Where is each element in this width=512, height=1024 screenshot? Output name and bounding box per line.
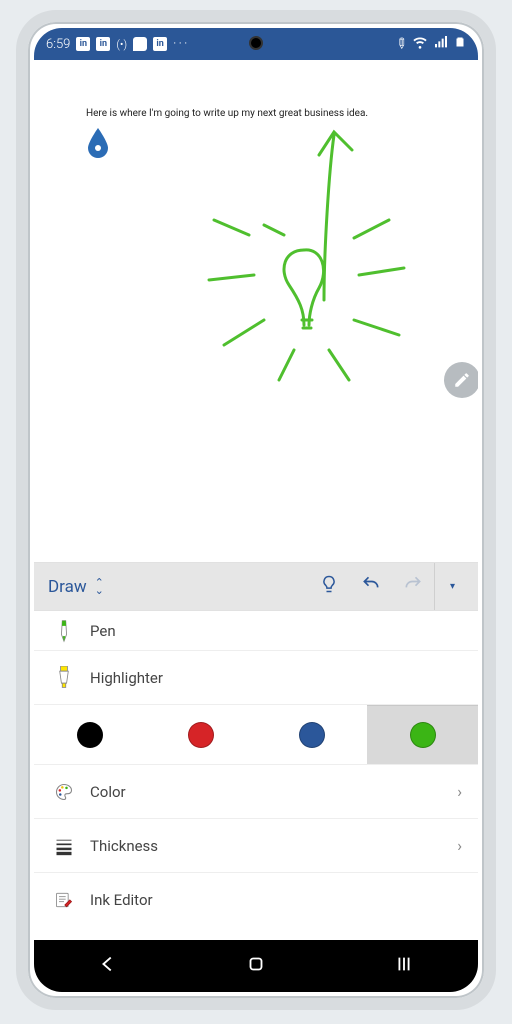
battery-icon xyxy=(454,34,466,54)
android-navbar xyxy=(34,940,478,992)
edit-fab[interactable] xyxy=(444,362,478,398)
more-notifications-icon: ··· xyxy=(173,36,189,52)
ribbon-tab-draw[interactable]: Draw xyxy=(42,577,93,597)
tool-ink-editor[interactable]: Ink Editor xyxy=(34,873,478,927)
wifi-icon xyxy=(412,34,428,54)
screen: 6:59 (•) ··· ✎ xyxy=(34,28,478,992)
tab-switcher-icon[interactable]: ⌃⌄ xyxy=(95,579,104,595)
tool-thickness-label: Thickness xyxy=(90,837,158,855)
swatch-blue[interactable] xyxy=(256,705,367,764)
linkedin-icon xyxy=(96,37,110,51)
tool-highlighter[interactable]: Highlighter xyxy=(34,651,478,705)
palette-icon xyxy=(50,780,78,804)
swatch-green[interactable] xyxy=(367,705,478,764)
pen-icon xyxy=(50,619,78,643)
swatch-black[interactable] xyxy=(34,705,145,764)
thickness-icon xyxy=(50,834,78,858)
chevron-right-icon: › xyxy=(457,836,462,855)
ink-drop-icon xyxy=(86,128,110,158)
undo-button[interactable] xyxy=(350,574,392,599)
highlighter-icon xyxy=(50,666,78,690)
ribbon-toolbar: Draw ⌃⌄ ▾ xyxy=(34,562,478,610)
nav-back-button[interactable] xyxy=(97,953,119,979)
hint-button[interactable] xyxy=(308,574,350,599)
chat-icon xyxy=(133,37,147,51)
document-canvas[interactable]: Here is where I'm going to write up my n… xyxy=(34,60,478,562)
tool-highlighter-label: Highlighter xyxy=(90,669,163,687)
swatch-red[interactable] xyxy=(145,705,256,764)
tool-color-label: Color xyxy=(90,783,126,801)
ink-editor-icon xyxy=(50,888,78,912)
signal-icon xyxy=(433,34,449,54)
chevron-right-icon: › xyxy=(457,782,462,801)
redo-button[interactable] xyxy=(392,574,434,599)
ribbon-collapse-button[interactable]: ▾ xyxy=(434,563,470,610)
ink-sketch xyxy=(154,120,414,410)
tool-thickness[interactable]: Thickness › xyxy=(34,819,478,873)
tool-color[interactable]: Color › xyxy=(34,765,478,819)
hotspot-icon: (•) xyxy=(116,38,127,51)
phone-frame: 6:59 (•) ··· ✎ xyxy=(16,10,496,1010)
tool-pen-label: Pen xyxy=(90,622,116,640)
stylus-icon: ✎ xyxy=(391,34,411,54)
document-body-text[interactable]: Here is where I'm going to write up my n… xyxy=(86,108,368,119)
front-camera xyxy=(249,36,263,50)
linkedin-icon xyxy=(76,37,90,51)
nav-recents-button[interactable] xyxy=(393,953,415,979)
nav-home-button[interactable] xyxy=(245,953,267,979)
draw-tools-panel: Pen Highlighter Color › xyxy=(34,610,478,940)
linkedin-icon xyxy=(153,37,167,51)
clock: 6:59 xyxy=(46,37,70,52)
tool-pen[interactable]: Pen xyxy=(34,611,478,651)
tool-ink-editor-label: Ink Editor xyxy=(90,891,153,909)
color-presets xyxy=(34,705,478,765)
